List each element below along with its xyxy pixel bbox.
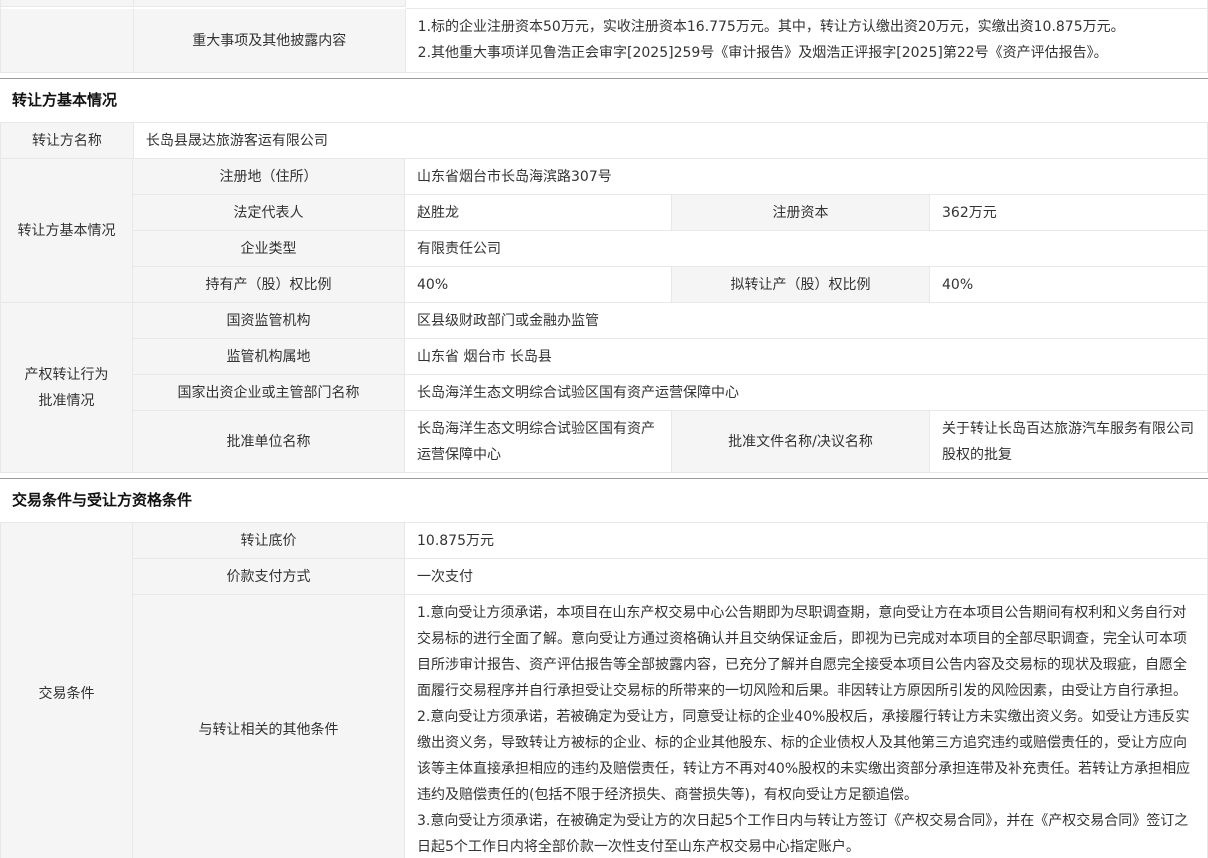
group-label: 产权转让行为 批准情况: [1, 303, 133, 473]
field-value: 长岛县晟达旅游客运有限公司: [134, 123, 1208, 159]
table-row-floor-price: 转让底价 10.875万元: [133, 523, 1208, 559]
field-label: 注册资本: [672, 195, 930, 231]
field-value: 有限责任公司: [405, 231, 1208, 267]
field-label: 批准文件名称/决议名称: [672, 411, 930, 473]
field-value: 长岛海洋生态文明综合试验区国有资产运营保障中心: [405, 375, 1208, 411]
disclosure-line: 2.其他重大事项详见鲁浩正会审字[2025]259号《审计报告》及烟浩正评报字[…: [418, 40, 1195, 66]
group-label-empty: [1, 9, 134, 73]
field-label: 企业类型: [133, 231, 405, 267]
section-transferor: 转让方基本情况 转让方名称 长岛县晟达旅游客运有限公司 转让方基本情况 注册地（…: [0, 78, 1208, 473]
field-value: 赵胜龙: [405, 195, 672, 231]
field-value: 一次支付: [405, 559, 1208, 595]
group-rows: 注册地（住所） 山东省烟台市长岛海滨路307号 法定代表人 赵胜龙 注册资本 3…: [133, 159, 1208, 303]
field-label: 国家出资企业或主管部门名称: [133, 375, 405, 411]
field-label: 转让方名称: [1, 123, 134, 159]
table-row-state-enterprise: 国家出资企业或主管部门名称 长岛海洋生态文明综合试验区国有资产运营保障中心: [133, 375, 1208, 411]
field-label: 国资监管机构: [133, 303, 405, 339]
field-value: 区县级财政部门或金融办监管: [405, 303, 1208, 339]
condition-clause: 2.意向受让方须承诺，若被确定为受让方，同意受让标的企业40%股权后，承接履行转…: [417, 704, 1195, 808]
group-rows: 转让底价 10.875万元 价款支付方式 一次支付 与转让相关的其他条件 1.意…: [133, 523, 1208, 858]
field-label: 拟转让产（股）权比例: [672, 267, 930, 303]
group-rows: 国资监管机构 区县级财政部门或金融办监管 监管机构属地 山东省 烟台市 长岛县 …: [133, 303, 1208, 473]
field-value: 10.875万元: [405, 523, 1208, 559]
table-row-registered-address: 注册地（住所） 山东省烟台市长岛海滨路307号: [133, 159, 1208, 195]
clipped-cell: [406, 0, 1208, 9]
table-row-payment-method: 价款支付方式 一次支付: [133, 559, 1208, 595]
table-row-legal-rep: 法定代表人 赵胜龙 注册资本 362万元: [133, 195, 1208, 231]
field-label: 批准单位名称: [133, 411, 405, 473]
field-value: 40%: [405, 267, 672, 303]
group-label: 交易条件: [1, 523, 133, 858]
field-label: 转让底价: [133, 523, 405, 559]
group-approval-status: 产权转让行为 批准情况 国资监管机构 区县级财政部门或金融办监管 监管机构属地 …: [1, 303, 1208, 473]
section-title: 转让方基本情况: [0, 79, 1208, 122]
section-conditions: 交易条件与受让方资格条件 交易条件 转让底价 10.875万元 价款支付方式 一…: [0, 478, 1208, 858]
table-row-company-type: 企业类型 有限责任公司: [133, 231, 1208, 267]
group-label: 转让方基本情况: [1, 159, 133, 303]
field-value: 1.标的企业注册资本50万元，实收注册资本16.775万元。其中，转让方认缴出资…: [406, 9, 1208, 73]
field-value: 山东省 烟台市 长岛县: [405, 339, 1208, 375]
table-row-transferor-name: 转让方名称 长岛县晟达旅游客运有限公司: [1, 123, 1208, 159]
field-value: 40%: [930, 267, 1208, 303]
field-value: 山东省烟台市长岛海滨路307号: [405, 159, 1208, 195]
table-row-regulator: 国资监管机构 区县级财政部门或金融办监管: [133, 303, 1208, 339]
field-value: 关于转让长岛百达旅游汽车服务有限公司股权的批复: [930, 411, 1208, 473]
field-value: 长岛海洋生态文明综合试验区国有资产运营保障中心: [405, 411, 672, 473]
field-label: 法定代表人: [133, 195, 405, 231]
field-value: 1.意向受让方须承诺，本项目在山东产权交易中心公告期即为尽职调查期，意向受让方在…: [405, 595, 1208, 858]
clipped-cell: [134, 0, 406, 7]
condition-clause: 1.意向受让方须承诺，本项目在山东产权交易中心公告期即为尽职调查期，意向受让方在…: [417, 600, 1195, 704]
conditions-table: 交易条件 转让底价 10.875万元 价款支付方式 一次支付 与转让相关的其他条…: [0, 522, 1208, 858]
condition-clause: 3.意向受让方须承诺，在被确定为受让方的次日起5个工作日内与转让方签订《产权交易…: [417, 808, 1195, 858]
field-label: 注册地（住所）: [133, 159, 405, 195]
field-label: 重大事项及其他披露内容: [134, 9, 406, 73]
field-value: 362万元: [930, 195, 1208, 231]
clipped-row-top: [1, 0, 1208, 9]
field-label: 持有产（股）权比例: [133, 267, 405, 303]
clipped-cell: [1, 0, 134, 7]
table-row-holding-ratio: 持有产（股）权比例 40% 拟转让产（股）权比例 40%: [133, 267, 1208, 303]
field-label: 与转让相关的其他条件: [133, 595, 405, 858]
group-trade-conditions: 交易条件 转让底价 10.875万元 价款支付方式 一次支付 与转让相关的其他条…: [1, 523, 1208, 858]
table-row-other-conditions: 与转让相关的其他条件 1.意向受让方须承诺，本项目在山东产权交易中心公告期即为尽…: [133, 595, 1208, 858]
field-label: 监管机构属地: [133, 339, 405, 375]
disclosure-line: 1.标的企业注册资本50万元，实收注册资本16.775万元。其中，转让方认缴出资…: [418, 14, 1195, 40]
transferor-table: 转让方名称 长岛县晟达旅游客运有限公司 转让方基本情况 注册地（住所） 山东省烟…: [0, 122, 1208, 473]
disclosure-page: 重大事项及其他披露内容 1.标的企业注册资本50万元，实收注册资本16.775万…: [0, 0, 1208, 858]
table-row-regulator-region: 监管机构属地 山东省 烟台市 长岛县: [133, 339, 1208, 375]
section-title: 交易条件与受让方资格条件: [0, 479, 1208, 522]
table-row-approval-unit: 批准单位名称 长岛海洋生态文明综合试验区国有资产运营保障中心 批准文件名称/决议…: [133, 411, 1208, 473]
major-matters-table: 重大事项及其他披露内容 1.标的企业注册资本50万元，实收注册资本16.775万…: [0, 0, 1208, 73]
table-row-major-disclosure: 重大事项及其他披露内容 1.标的企业注册资本50万元，实收注册资本16.775万…: [1, 9, 1208, 73]
group-transferor-basic: 转让方基本情况 注册地（住所） 山东省烟台市长岛海滨路307号 法定代表人 赵胜…: [1, 159, 1208, 303]
field-label: 价款支付方式: [133, 559, 405, 595]
